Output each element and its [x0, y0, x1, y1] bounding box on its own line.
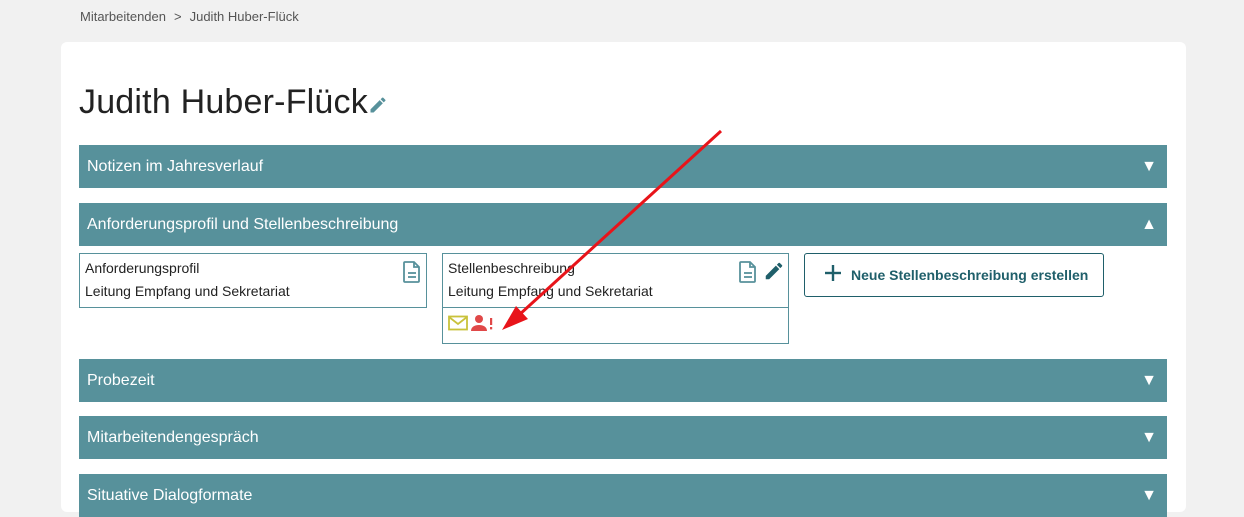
doc-status-row	[443, 307, 788, 343]
section-label: Anforderungsprofil und Stellenbeschreibu…	[87, 216, 399, 233]
section-anforderungsprofil[interactable]: Anforderungsprofil und Stellenbeschreibu…	[79, 203, 1167, 246]
doc-title: Stellenbeschreibung	[448, 260, 575, 276]
doc-card-stellenbeschreibung[interactable]: Stellenbeschreibung Leitung Empfang und …	[442, 253, 789, 344]
person-alert-icon[interactable]	[471, 314, 493, 332]
section-label: Situative Dialogformate	[87, 487, 253, 504]
section-label: Notizen im Jahresverlauf	[87, 158, 264, 175]
new-job-description-button[interactable]: Neue Stellenbeschreibung erstellen	[804, 253, 1104, 297]
chevron-down-icon: ▼	[1141, 372, 1157, 389]
section-probezeit[interactable]: Probezeit ▼	[79, 359, 1167, 402]
doc-subtitle: Leitung Empfang und Sekretariat	[448, 283, 653, 299]
document-icon[interactable]	[402, 261, 422, 283]
breadcrumb-current: Judith Huber-Flück	[189, 9, 299, 24]
doc-subtitle: Leitung Empfang und Sekretariat	[85, 283, 290, 299]
breadcrumb: Mitarbeitenden > Judith Huber-Flück	[80, 9, 299, 24]
document-icon[interactable]	[738, 261, 758, 283]
section-label: Probezeit	[87, 372, 155, 389]
chevron-down-icon: ▼	[1141, 429, 1157, 446]
section-mitarbeitendengespraech[interactable]: Mitarbeitendengespräch ▼	[79, 416, 1167, 459]
section-label: Mitarbeitendengespräch	[87, 429, 259, 446]
chevron-up-icon: ▲	[1141, 216, 1157, 233]
breadcrumb-root-link[interactable]: Mitarbeitenden	[80, 9, 166, 24]
section-notizen[interactable]: Notizen im Jahresverlauf ▼	[79, 145, 1167, 188]
envelope-icon[interactable]	[448, 315, 468, 331]
new-job-description-label: Neue Stellenbeschreibung erstellen	[851, 267, 1089, 283]
page-title: Judith Huber-Flück	[79, 83, 368, 121]
plus-icon	[825, 265, 841, 281]
doc-card-anforderungsprofil[interactable]: Anforderungsprofil Leitung Empfang und S…	[79, 253, 427, 308]
edit-pencil-icon[interactable]	[763, 260, 785, 282]
doc-title: Anforderungsprofil	[85, 260, 200, 276]
chevron-down-icon: ▼	[1141, 487, 1157, 504]
breadcrumb-separator: >	[174, 9, 182, 24]
edit-pencil-icon[interactable]	[368, 95, 388, 115]
chevron-down-icon: ▼	[1141, 158, 1157, 175]
section-situative-dialogformate[interactable]: Situative Dialogformate ▼	[79, 474, 1167, 517]
